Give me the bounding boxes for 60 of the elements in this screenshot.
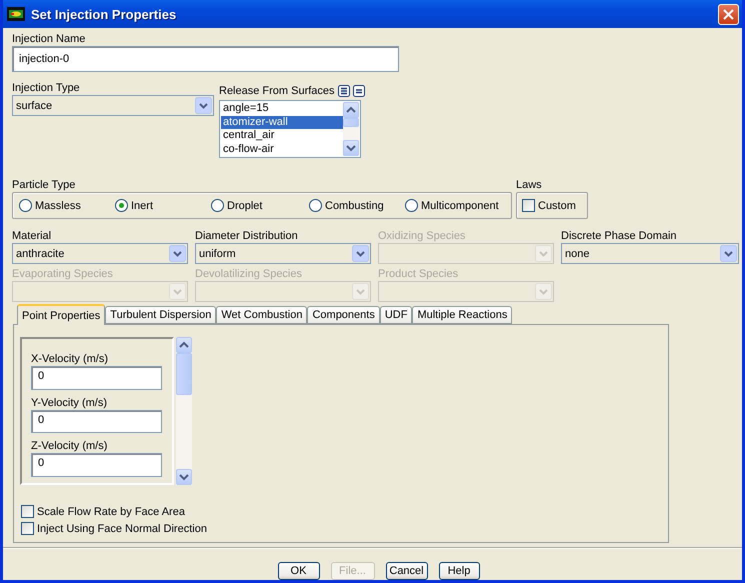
- input-field[interactable]: 0: [31, 366, 162, 390]
- field-label: Injection Name: [12, 32, 86, 46]
- input-field[interactable]: 0: [31, 410, 162, 434]
- radio-button[interactable]: [19, 199, 32, 212]
- tab[interactable]: Wet Combustion: [216, 306, 308, 324]
- dropdown[interactable]: none: [561, 243, 739, 264]
- checkbox-label: Inject Using Face Normal Direction: [37, 522, 207, 534]
- radio-label: Inert: [131, 200, 154, 212]
- checkbox[interactable]: [522, 199, 535, 212]
- radio-button[interactable]: [405, 199, 418, 212]
- tab[interactable]: Point Properties: [17, 304, 106, 325]
- radio-label: Multicomponent: [421, 200, 499, 212]
- close-button[interactable]: [718, 4, 739, 24]
- scrollbar[interactable]: [343, 102, 359, 156]
- checkbox-label: Custom: [538, 200, 576, 212]
- input-field[interactable]: injection-0: [12, 46, 399, 72]
- radio-label: Combusting: [325, 200, 384, 212]
- window-title: Set Injection Properties: [31, 6, 178, 22]
- group-label: Particle Type: [12, 178, 76, 192]
- list-item[interactable]: angle=15: [221, 102, 343, 116]
- dialog-button[interactable]: Help: [438, 562, 480, 580]
- checkbox-label: Scale Flow Rate by Face Area: [37, 506, 185, 518]
- field-label: Diameter Distribution: [195, 229, 299, 243]
- checkbox[interactable]: [21, 522, 34, 535]
- field-label: Discrete Phase Domain: [561, 229, 678, 243]
- deselect-all-icon[interactable]: [352, 85, 365, 97]
- dropdown[interactable]: anthracite: [12, 243, 188, 264]
- radio-button[interactable]: [211, 199, 224, 212]
- tab[interactable]: UDF: [380, 306, 412, 324]
- tab[interactable]: Multiple Reactions: [412, 306, 512, 324]
- radio-button[interactable]: [115, 199, 128, 212]
- field-label: Release From Surfaces: [219, 84, 335, 98]
- app-icon: [7, 7, 25, 21]
- tab[interactable]: Turbulent Dispersion: [105, 306, 216, 324]
- dropdown[interactable]: uniform: [195, 243, 371, 264]
- dialog-button[interactable]: Cancel: [386, 562, 428, 580]
- field-label: Material: [12, 229, 52, 243]
- close-icon: [723, 8, 734, 20]
- field-label: X-Velocity (m/s): [31, 352, 110, 366]
- checkbox[interactable]: [21, 505, 34, 518]
- field-label: Product Species: [378, 267, 460, 281]
- field-label: Y-Velocity (m/s): [31, 396, 108, 410]
- radio-button[interactable]: [309, 199, 322, 212]
- tab[interactable]: Components: [307, 306, 380, 324]
- list-item[interactable]: central_air: [221, 129, 343, 142]
- list-item[interactable]: atomizer-wall: [221, 116, 343, 129]
- field-label: Injection Type: [12, 81, 81, 95]
- select-all-icon[interactable]: [338, 85, 350, 97]
- field-label: Oxidizing Species: [378, 229, 466, 243]
- dialog-button[interactable]: OK: [278, 562, 320, 580]
- group-label: Laws: [516, 178, 543, 192]
- radio-label: Massless: [35, 200, 81, 212]
- field-label: Z-Velocity (m/s): [31, 439, 108, 454]
- input-field[interactable]: 0: [31, 453, 162, 478]
- field-label: Evaporating Species: [12, 267, 114, 281]
- scrollbar[interactable]: [176, 337, 192, 485]
- list-item[interactable]: co-flow-air: [221, 142, 343, 156]
- field-label: Devolatilizing Species: [195, 267, 303, 281]
- radio-label: Droplet: [227, 200, 262, 212]
- dropdown[interactable]: surface: [12, 95, 214, 116]
